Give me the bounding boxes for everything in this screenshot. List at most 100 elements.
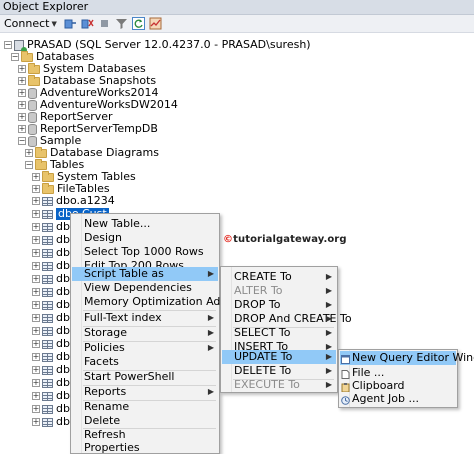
collapse-icon[interactable]: − xyxy=(25,161,33,169)
submenu-arrow-icon: ▶ xyxy=(325,366,332,375)
menu-item-rename[interactable]: Rename xyxy=(72,400,218,414)
connect-button[interactable]: Connect ▼ xyxy=(3,17,60,30)
menu-item-design[interactable]: Design xyxy=(72,231,218,245)
menu-item-create-to[interactable]: CREATE To ▶ xyxy=(222,270,336,284)
expand-icon[interactable]: + xyxy=(32,418,40,426)
expand-icon[interactable]: + xyxy=(32,366,40,374)
server-icon xyxy=(14,39,27,53)
file-icon xyxy=(341,369,350,379)
expand-icon[interactable]: + xyxy=(18,89,26,97)
database-icon xyxy=(28,135,37,147)
menu-item-drop-to[interactable]: DROP To ▶ xyxy=(222,298,336,312)
tree-node-table-a1234[interactable]: + dbo.a1234 xyxy=(32,195,115,207)
submenu-arrow-icon: ▶ xyxy=(207,269,214,278)
menu-item-delete[interactable]: Delete xyxy=(72,414,218,428)
activity-monitor-icon[interactable] xyxy=(149,17,162,30)
expand-icon[interactable]: + xyxy=(32,327,40,335)
table-context-menu: New Table... Design Select Top 1000 Rows… xyxy=(70,213,247,454)
table-icon xyxy=(42,326,53,336)
expand-icon[interactable]: + xyxy=(32,185,40,193)
expand-icon[interactable]: + xyxy=(32,275,40,283)
expand-icon[interactable]: + xyxy=(32,210,40,218)
menu-item-storage[interactable]: Storage ▶ xyxy=(72,326,218,340)
menu-item-agent-job[interactable]: Agent Job ... xyxy=(340,392,456,406)
submenu-arrow-icon: ▶ xyxy=(325,314,332,323)
menu-item-update-to[interactable]: UPDATE To ▶ xyxy=(222,350,336,364)
folder-icon xyxy=(35,146,47,158)
expand-icon[interactable]: + xyxy=(25,149,33,157)
window-title: Object Explorer xyxy=(3,0,89,13)
folder-icon xyxy=(28,74,40,86)
expand-icon[interactable]: + xyxy=(32,262,40,270)
expand-icon[interactable]: + xyxy=(32,392,40,400)
expand-icon[interactable]: + xyxy=(32,379,40,387)
expand-icon[interactable]: + xyxy=(32,301,40,309)
agent-job-icon xyxy=(341,395,350,405)
menu-item-clipboard[interactable]: Clipboard xyxy=(340,379,456,393)
menu-item-delete-to[interactable]: DELETE To ▶ xyxy=(222,364,336,378)
menu-item-refresh[interactable]: Refresh xyxy=(72,428,218,442)
expand-icon[interactable]: + xyxy=(18,125,26,133)
menu-item-script-table-as[interactable]: Script Table as ▶ xyxy=(72,267,218,281)
stop-icon[interactable] xyxy=(98,17,111,30)
tree-node-db-reportservertempdb[interactable]: + ReportServerTempDB xyxy=(18,123,158,135)
menu-item-properties[interactable]: Properties xyxy=(72,441,218,454)
menu-item-label: New Query Editor Window xyxy=(352,351,474,364)
expand-icon[interactable]: + xyxy=(32,405,40,413)
database-icon xyxy=(28,99,37,111)
table-icon xyxy=(42,209,53,219)
expand-icon[interactable]: + xyxy=(32,173,40,181)
menu-item-label: SELECT To xyxy=(234,326,291,339)
expand-icon[interactable]: + xyxy=(32,236,40,244)
expand-icon[interactable]: + xyxy=(32,353,40,361)
collapse-icon[interactable]: − xyxy=(11,53,19,61)
submenu-arrow-icon: ▶ xyxy=(207,387,214,396)
expand-icon[interactable]: + xyxy=(18,65,26,73)
submenu-arrow-icon: ▶ xyxy=(325,286,332,295)
table-icon xyxy=(42,235,53,245)
tree-node-database-diagrams[interactable]: + Database Diagrams xyxy=(25,146,159,159)
expand-icon[interactable]: + xyxy=(32,340,40,348)
table-icon xyxy=(42,339,53,349)
collapse-icon[interactable]: − xyxy=(18,137,26,145)
database-icon xyxy=(28,87,37,99)
menu-item-new-query-editor-window[interactable]: New Query Editor Window xyxy=(340,351,474,365)
expand-icon[interactable]: + xyxy=(18,77,26,85)
query-window-icon xyxy=(341,354,350,364)
menu-item-new-table[interactable]: New Table... xyxy=(72,217,218,231)
expand-icon[interactable]: + xyxy=(18,113,26,121)
menu-item-label: CREATE To xyxy=(234,270,292,283)
expand-icon[interactable]: + xyxy=(32,223,40,231)
submenu-arrow-icon: ▶ xyxy=(207,313,214,322)
collapse-icon[interactable]: − xyxy=(4,41,12,49)
expand-icon[interactable]: + xyxy=(32,288,40,296)
menu-item-select-top-1000[interactable]: Select Top 1000 Rows xyxy=(72,245,218,259)
filter-icon[interactable] xyxy=(115,17,128,30)
menu-item-memory-optimization-advisor[interactable]: Memory Optimization Advisor xyxy=(72,295,247,309)
menu-item-start-powershell[interactable]: Start PowerShell xyxy=(72,370,218,384)
table-icon xyxy=(42,404,53,414)
menu-item-label: DROP And CREATE To xyxy=(234,312,352,325)
menu-item-label: DROP To xyxy=(234,298,281,311)
object-explorer-window: Object Explorer Connect ▼ − PRASAD (SQL … xyxy=(0,0,474,454)
menu-item-view-dependencies[interactable]: View Dependencies xyxy=(72,281,218,295)
connect-object-icon[interactable] xyxy=(64,17,77,30)
submenu-arrow-icon: ▶ xyxy=(325,300,332,309)
menu-item-file[interactable]: File ... xyxy=(340,366,456,380)
menu-item-select-to[interactable]: SELECT To ▶ xyxy=(222,326,336,340)
expand-icon[interactable]: + xyxy=(32,197,40,205)
menu-item-full-text-index[interactable]: Full-Text index ▶ xyxy=(72,311,218,325)
expand-icon[interactable]: + xyxy=(32,314,40,322)
table-icon xyxy=(42,222,53,232)
menu-item-facets[interactable]: Facets xyxy=(72,355,218,369)
menu-item-label: ALTER To xyxy=(234,284,283,297)
refresh-icon[interactable] xyxy=(131,17,145,30)
submenu-arrow-icon: ▶ xyxy=(207,343,214,352)
menu-item-policies[interactable]: Policies ▶ xyxy=(72,341,218,355)
menu-item-reports[interactable]: Reports ▶ xyxy=(72,385,218,399)
menu-item-drop-and-create-to[interactable]: DROP And CREATE To ▶ xyxy=(222,312,352,326)
folder-icon xyxy=(42,182,54,194)
disconnect-icon[interactable] xyxy=(81,17,94,30)
expand-icon[interactable]: + xyxy=(32,249,40,257)
expand-icon[interactable]: + xyxy=(18,101,26,109)
